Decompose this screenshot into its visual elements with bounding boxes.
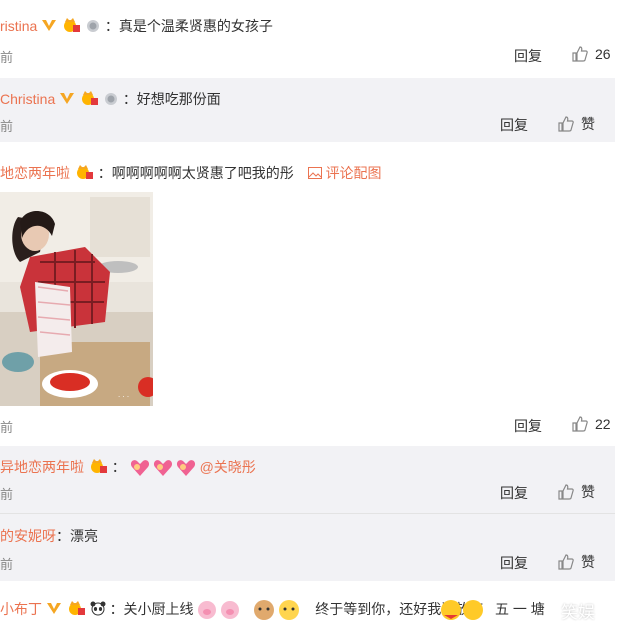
photo-watermark-text: · · · <box>118 393 129 401</box>
verified-v-icon <box>46 603 61 614</box>
comment-1: ristina ：真是个温柔贤惠的女孩子 前 回复 26 <box>0 0 625 70</box>
hug-emoji-icon <box>441 600 484 621</box>
comment-text: ：漂亮 <box>56 528 98 544</box>
like-label: 赞 <box>581 554 595 570</box>
verified-v-icon <box>42 20 57 31</box>
crown-badge-icon <box>68 601 85 615</box>
thumbs-up-icon <box>572 416 588 432</box>
comment-text: ：好想吃那份面 <box>122 91 221 107</box>
comment-tail-text: 五 一 塘 <box>495 601 545 617</box>
commenter-name[interactable]: ristina <box>0 18 37 34</box>
commenter-name[interactable]: 地恋两年啦 <box>0 165 70 181</box>
attach-label: 评论配图 <box>325 165 382 181</box>
reply-button[interactable]: 回复 <box>514 46 542 66</box>
cooking-photo: · · · <box>0 192 153 406</box>
verified-v-icon <box>60 93 75 104</box>
pig-emoji-icon <box>198 601 240 620</box>
timestamp: 前 <box>0 557 14 572</box>
medal-icon <box>104 93 117 105</box>
thumbs-up-icon <box>558 116 574 132</box>
reply-button[interactable]: 回复 <box>500 115 528 135</box>
crown-badge-icon <box>82 91 99 105</box>
commenter-name[interactable]: Christina <box>0 91 55 107</box>
comment-6: 小布丁 ：关小厨上线 终于等到你，还好我没放弃 五 一 塘 笑娱 <box>0 590 625 629</box>
like-button[interactable]: 26 <box>571 45 611 63</box>
medal-icon <box>87 20 100 32</box>
like-button[interactable]: 赞 <box>557 552 595 572</box>
image-icon <box>307 167 322 179</box>
attached-image-link[interactable]: 评论配图 <box>307 165 382 181</box>
comment-3-footer: 前 回复 22 <box>0 410 625 440</box>
like-button[interactable]: 赞 <box>557 482 595 502</box>
reply-label: 回复 <box>500 485 528 501</box>
commenter-name[interactable]: 小布丁 <box>0 601 42 617</box>
comment-text: ：关小厨上线 <box>109 601 194 617</box>
like-label: 赞 <box>581 116 595 132</box>
reply-block: 异地恋两年啦 ： @关晓彤 前 回复 赞 的安妮呀：漂亮 前 回复 赞 <box>0 446 615 581</box>
commenter-name[interactable]: 的安妮呀 <box>0 528 56 544</box>
like-count: 22 <box>595 416 611 432</box>
heart-emoji-icon <box>130 460 195 477</box>
reply-label: 回复 <box>500 555 528 571</box>
thumbs-up-icon <box>572 46 588 62</box>
divider <box>0 513 615 514</box>
comment-photo[interactable]: · · · <box>0 192 153 406</box>
timestamp: 前 <box>0 487 14 502</box>
site-watermark: 笑娱 <box>561 603 595 622</box>
reply-label: 回复 <box>514 418 542 434</box>
timestamp: 前 <box>0 119 14 134</box>
thumbs-up-icon <box>558 484 574 500</box>
thumbs-up-icon <box>558 554 574 570</box>
timestamp: 前 <box>0 50 14 65</box>
doge-emoji-icon <box>254 600 300 621</box>
like-button[interactable]: 22 <box>571 415 611 433</box>
mention-link[interactable]: @关晓彤 <box>200 459 256 475</box>
comment-text: ：啊啊啊啊啊太贤惠了吧我的彤 <box>97 165 294 181</box>
comment-2: Christina ：好想吃那份面 前 回复 赞 <box>0 78 615 142</box>
reply-label: 回复 <box>500 117 528 133</box>
comment-text: ：真是个温柔贤惠的女孩子 <box>104 18 273 34</box>
timestamp: 前 <box>0 420 14 435</box>
crown-badge-icon <box>64 18 81 32</box>
reply-label: 回复 <box>514 48 542 64</box>
like-button[interactable]: 赞 <box>557 114 595 134</box>
like-label: 赞 <box>581 484 595 500</box>
like-count: 26 <box>595 46 611 62</box>
reply-button[interactable]: 回复 <box>500 553 528 573</box>
comment-text: ： <box>111 459 126 475</box>
reply-button[interactable]: 回复 <box>514 416 542 436</box>
crown-badge-icon <box>76 165 93 179</box>
reply-button[interactable]: 回复 <box>500 483 528 503</box>
crown-badge-icon <box>90 459 107 473</box>
panda-icon <box>90 601 106 616</box>
commenter-name[interactable]: 异地恋两年啦 <box>0 459 84 475</box>
